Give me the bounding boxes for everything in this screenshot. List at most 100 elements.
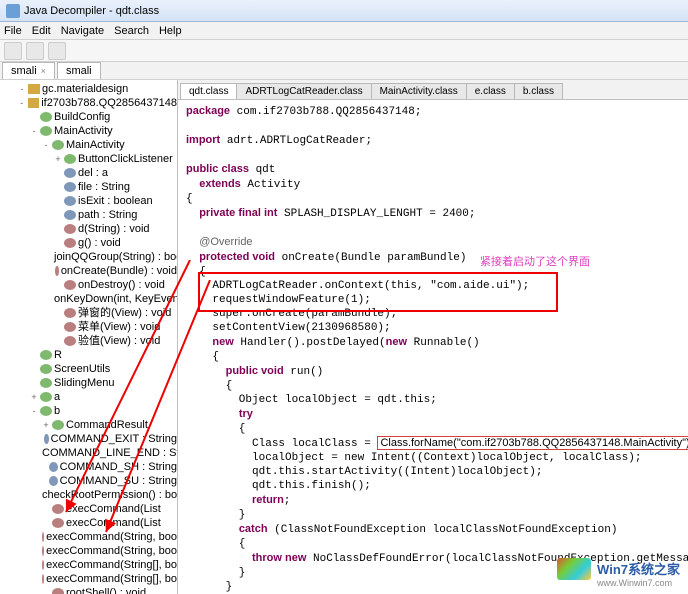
mth-icon	[64, 322, 76, 332]
mth-icon	[64, 336, 76, 346]
menu-bar: File Edit Navigate Search Help	[0, 22, 688, 40]
cls-icon	[40, 364, 52, 374]
mth-icon	[64, 280, 76, 290]
tree-node[interactable]: execCommand(String, boo	[0, 530, 177, 544]
tree-node[interactable]: +a	[0, 390, 177, 404]
menu-help[interactable]: Help	[159, 25, 182, 37]
cls-icon	[52, 420, 64, 430]
tree-node[interactable]: path : String	[0, 208, 177, 222]
menu-search[interactable]: Search	[114, 25, 149, 37]
tree-node[interactable]: R	[0, 348, 177, 362]
watermark-title: Win7系统之家	[597, 562, 680, 577]
mth-icon	[52, 518, 64, 528]
editor-tab[interactable]: e.class	[466, 83, 515, 99]
mth-icon	[64, 224, 76, 234]
app-icon	[6, 4, 20, 18]
cls-icon	[40, 392, 52, 402]
mth-icon	[52, 588, 64, 594]
tree-node[interactable]: -gc.materialdesign	[0, 82, 177, 96]
mth-icon	[64, 238, 76, 248]
package-tree[interactable]: -gc.materialdesign-if2703b788.QQ28564371…	[0, 80, 178, 594]
fld-icon	[64, 196, 76, 206]
toolbar-open-icon[interactable]	[4, 42, 22, 60]
mth-icon	[42, 546, 44, 556]
source-editor[interactable]: package com.if2703b788.QQ2856437148; imp…	[178, 100, 688, 594]
tree-node[interactable]: onDestroy() : void	[0, 278, 177, 292]
menu-edit[interactable]: Edit	[32, 25, 51, 37]
pkg-icon	[28, 84, 40, 94]
tree-node[interactable]: -MainActivity	[0, 138, 177, 152]
tree-node[interactable]: rootShell() : void	[0, 586, 177, 594]
pkg-icon	[28, 98, 40, 108]
tree-node[interactable]: COMMAND_SU : String	[0, 474, 177, 488]
editor-tab[interactable]: MainActivity.class	[371, 83, 467, 99]
tree-node[interactable]: 验值(View) : void	[0, 334, 177, 348]
cls-icon	[40, 378, 52, 388]
cls-icon	[64, 154, 76, 164]
project-tab-smali-1[interactable]: smali×	[2, 62, 55, 79]
tree-node[interactable]: execCommand(String[], bo	[0, 572, 177, 586]
watermark-url: www.Winwin7.com	[597, 578, 680, 588]
cls-icon	[40, 126, 52, 136]
mth-icon	[42, 560, 44, 570]
tree-node[interactable]: -if2703b788.QQ2856437148	[0, 96, 177, 110]
tree-node[interactable]: SlidingMenu	[0, 376, 177, 390]
tree-node[interactable]: execCommand(String[], bo	[0, 558, 177, 572]
editor-tab[interactable]: qdt.class	[180, 83, 237, 99]
tree-node[interactable]: del : a	[0, 166, 177, 180]
menu-navigate[interactable]: Navigate	[61, 25, 104, 37]
mth-icon	[52, 504, 64, 514]
project-tabs: smali× smali	[0, 62, 688, 80]
tree-node[interactable]: execCommand(List	[0, 516, 177, 530]
windows-logo-icon	[557, 558, 591, 580]
toolbar-back-icon[interactable]	[26, 42, 44, 60]
watermark: Win7系统之家 www.Winwin7.com	[557, 558, 680, 588]
tree-node[interactable]: COMMAND_LINE_END : Str	[0, 446, 177, 460]
tree-node[interactable]: COMMAND_SH : String	[0, 460, 177, 474]
tree-node[interactable]: -MainActivity	[0, 124, 177, 138]
close-icon[interactable]: ×	[41, 66, 46, 76]
fld-icon	[64, 210, 76, 220]
editor-tab[interactable]: ADRTLogCatReader.class	[236, 83, 371, 99]
menu-file[interactable]: File	[4, 25, 22, 37]
fld-icon	[49, 476, 58, 486]
tree-node[interactable]: COMMAND_EXIT : String	[0, 432, 177, 446]
cls-icon	[40, 350, 52, 360]
tree-node[interactable]: ScreenUtils	[0, 362, 177, 376]
fld-icon	[44, 434, 48, 444]
highlight-box	[198, 272, 558, 312]
editor-tab[interactable]: b.class	[514, 83, 563, 99]
tree-node[interactable]: 菜单(View) : void	[0, 320, 177, 334]
tree-node[interactable]: BuildConfig	[0, 110, 177, 124]
mth-icon	[55, 266, 58, 276]
project-tab-smali-2[interactable]: smali	[57, 62, 101, 79]
annotation-text: 紧接着启动了这个界面	[480, 253, 590, 269]
tree-node[interactable]: checkRootPermission() : bo	[0, 488, 177, 502]
tree-node[interactable]: execCommand(String, boo	[0, 544, 177, 558]
tree-node[interactable]: 弹窗的(View) : void	[0, 306, 177, 320]
mth-icon	[42, 532, 44, 542]
cls-icon	[40, 406, 52, 416]
tree-node[interactable]: onCreate(Bundle) : void	[0, 264, 177, 278]
tree-node[interactable]: execCommand(List	[0, 502, 177, 516]
tree-node[interactable]: g() : void	[0, 236, 177, 250]
tree-node[interactable]: file : String	[0, 180, 177, 194]
tree-node[interactable]: +CommandResult	[0, 418, 177, 432]
editor-tabs: qdt.classADRTLogCatReader.classMainActiv…	[178, 80, 688, 100]
mth-icon	[42, 574, 44, 584]
tree-node[interactable]: +ButtonClickListener	[0, 152, 177, 166]
fld-icon	[64, 168, 76, 178]
tree-node[interactable]: isExit : boolean	[0, 194, 177, 208]
toolbar	[0, 40, 688, 62]
cls-icon	[40, 112, 52, 122]
window-title: Java Decompiler - qdt.class	[24, 5, 159, 17]
cls-icon	[52, 140, 64, 150]
tree-node[interactable]: d(String) : void	[0, 222, 177, 236]
fld-icon	[64, 182, 76, 192]
tree-node[interactable]: -b	[0, 404, 177, 418]
window-titlebar: Java Decompiler - qdt.class	[0, 0, 688, 22]
tree-node[interactable]: joinQQGroup(String) : bool	[0, 250, 177, 264]
tree-node[interactable]: onKeyDown(int, KeyEvent) :	[0, 292, 177, 306]
toolbar-forward-icon[interactable]	[48, 42, 66, 60]
mth-icon	[64, 308, 76, 318]
